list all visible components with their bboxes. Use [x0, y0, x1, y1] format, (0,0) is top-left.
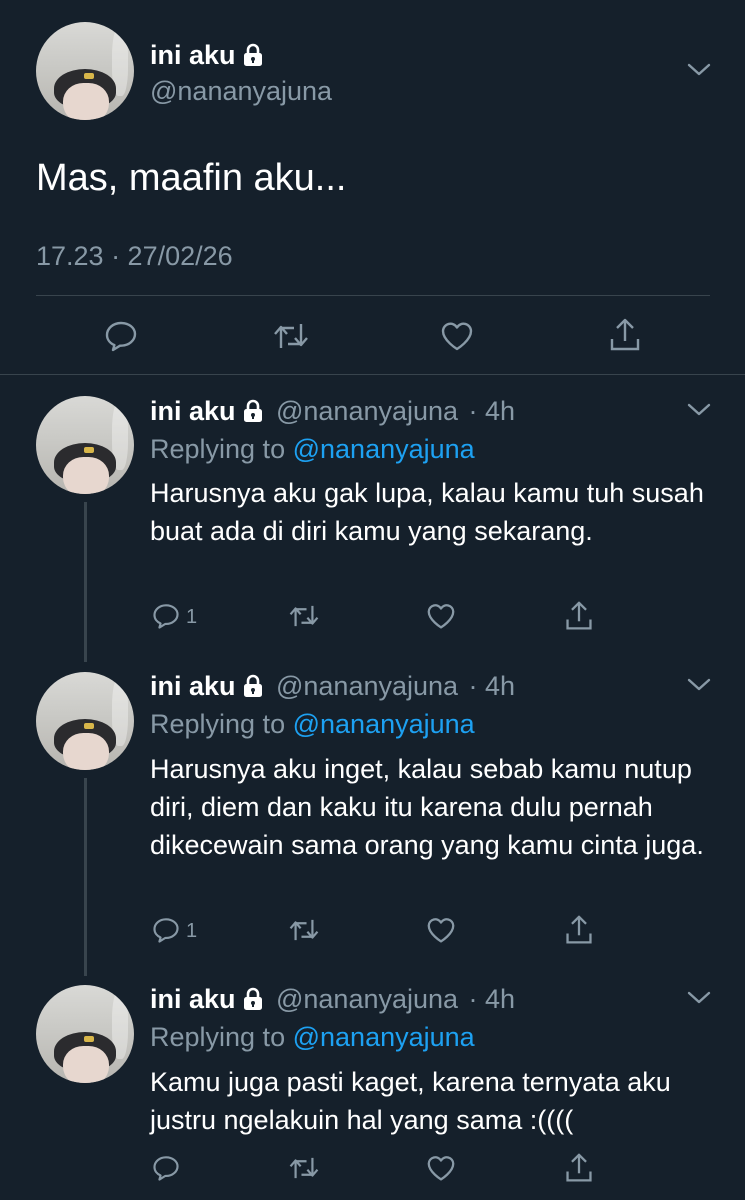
reply-icon[interactable] [152, 1154, 180, 1182]
retweet-icon[interactable] [272, 320, 310, 352]
replying-to: Replying to @nananyajuna [150, 709, 475, 740]
author-row: ini aku @nananyajuna · 4h [150, 984, 515, 1016]
avatar[interactable] [36, 672, 134, 770]
avatar[interactable] [36, 985, 134, 1083]
tweet-text: Harusnya aku inget, kalau sebab kamu nut… [150, 754, 704, 860]
reply-icon[interactable] [152, 916, 180, 944]
lock-icon [242, 987, 264, 1016]
chevron-down-icon[interactable] [686, 400, 712, 420]
like-icon[interactable] [426, 916, 456, 944]
chevron-down-icon[interactable] [686, 675, 712, 695]
author-row: ini aku @nananyajuna · 4h [150, 396, 515, 428]
time[interactable]: · 4h [469, 396, 516, 426]
share-icon[interactable] [564, 914, 594, 946]
display-name[interactable]: ini aku [150, 671, 236, 701]
like-icon[interactable] [426, 1154, 456, 1182]
retweet-icon[interactable] [288, 1154, 320, 1182]
handle[interactable]: @nananyajuna [276, 396, 458, 426]
replying-label: Replying to [150, 709, 286, 739]
time[interactable]: · 4h [469, 671, 516, 701]
display-name[interactable]: ini aku [150, 40, 236, 70]
replying-label: Replying to [150, 434, 286, 464]
chevron-down-icon[interactable] [686, 60, 712, 80]
handle[interactable]: @nananyajuna [276, 671, 458, 701]
lock-icon [242, 399, 264, 428]
lock-icon [242, 674, 264, 703]
retweet-icon[interactable] [288, 916, 320, 944]
tweet-text: Harusnya aku gak lupa, kalau kamu tuh su… [150, 478, 704, 546]
mention-link[interactable]: @nananyajuna [293, 709, 475, 739]
replying-label: Replying to [150, 1022, 286, 1052]
tweet-text: Kamu juga pasti kaget, karena ternyata a… [150, 1067, 671, 1135]
lock-icon [242, 43, 264, 72]
handle[interactable]: @nananyajuna [276, 984, 458, 1014]
thread-line [84, 778, 87, 976]
thread-line [84, 502, 87, 662]
timestamp[interactable]: 17.23 · 27/02/26 [36, 241, 233, 272]
mention-link[interactable]: @nananyajuna [293, 434, 475, 464]
like-icon[interactable] [426, 602, 456, 630]
like-icon[interactable] [440, 320, 474, 352]
share-icon[interactable] [564, 600, 594, 632]
reply-count: 1 [186, 920, 198, 942]
display-name[interactable]: ini aku [150, 396, 236, 426]
handle[interactable]: @nananyajuna [150, 76, 332, 107]
share-icon[interactable] [564, 1152, 594, 1184]
author-row: ini aku @nananyajuna · 4h [150, 671, 515, 703]
retweet-icon[interactable] [288, 602, 320, 630]
display-name[interactable]: ini aku [150, 984, 236, 1014]
reply-icon[interactable] [152, 602, 180, 630]
divider [36, 295, 710, 296]
chevron-down-icon[interactable] [686, 988, 712, 1008]
mention-link[interactable]: @nananyajuna [293, 1022, 475, 1052]
share-icon[interactable] [608, 317, 642, 353]
tweet-text: Mas, maafin aku... [36, 157, 347, 199]
author-name-row: ini aku [150, 40, 264, 72]
replying-to: Replying to @nananyajuna [150, 434, 475, 465]
section-divider [0, 374, 745, 375]
time[interactable]: · 4h [469, 984, 516, 1014]
reply-count: 1 [186, 606, 198, 628]
avatar[interactable] [36, 396, 134, 494]
avatar[interactable] [36, 22, 134, 120]
reply-icon[interactable] [104, 320, 138, 352]
replying-to: Replying to @nananyajuna [150, 1022, 475, 1053]
